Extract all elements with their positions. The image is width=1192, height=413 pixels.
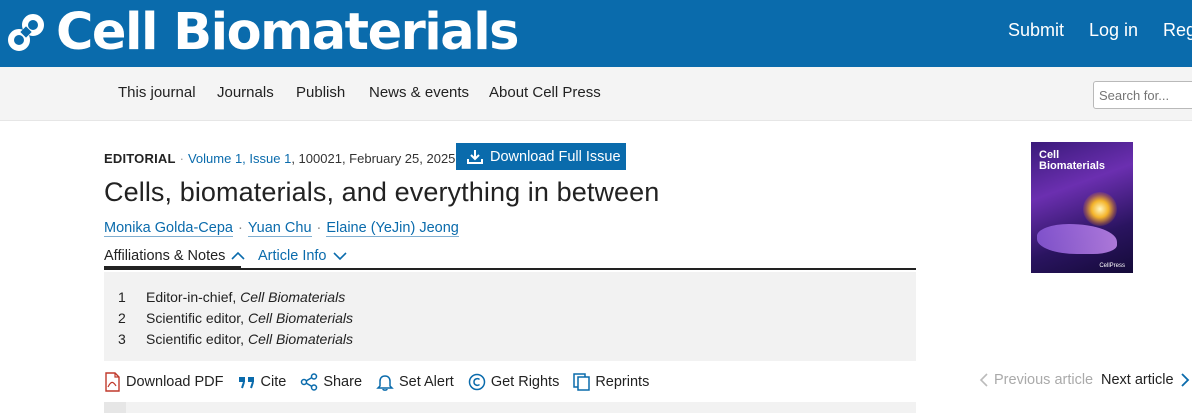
tab-article-info[interactable]: Article Info xyxy=(258,248,349,264)
chevron-up-icon xyxy=(231,251,246,260)
affiliations-panel: 1 Editor-in-chief, Cell Biomaterials 2 Sci… xyxy=(104,272,916,361)
nav-about-cell-press[interactable]: About Cell Press xyxy=(489,84,601,101)
site-header: Cell Biomaterials Submit Log in Regi xyxy=(0,0,1192,67)
nav-news-events[interactable]: News & events xyxy=(369,84,469,101)
cover-title: Cell Biomaterials xyxy=(1039,150,1105,172)
chevron-right-icon xyxy=(1180,373,1189,387)
reprints-button[interactable]: Reprints xyxy=(573,373,649,391)
download-pdf-label: Download PDF xyxy=(126,374,224,390)
affiliation-item: 1 Editor-in-chief, Cell Biomaterials xyxy=(118,289,345,305)
cover-hand-illustration xyxy=(1037,224,1117,254)
chevron-down-icon xyxy=(332,252,347,261)
set-alert-button[interactable]: Set Alert xyxy=(376,373,454,391)
share-icon xyxy=(301,373,318,391)
download-full-issue-button[interactable]: Download Full Issue xyxy=(456,143,626,170)
login-link[interactable]: Log in xyxy=(1089,20,1138,41)
get-rights-label: Get Rights xyxy=(490,374,560,390)
active-tab-indicator xyxy=(104,266,241,269)
article-title: Cells, biomaterials, and everything in b… xyxy=(104,177,660,207)
cover-publisher: CellPress xyxy=(1099,263,1125,269)
affiliation-number: 1 xyxy=(118,289,126,305)
author-link[interactable]: Elaine (YeJin) Jeong xyxy=(326,220,459,237)
affiliation-journal: Cell Biomaterials xyxy=(247,331,353,347)
affiliation-journal: Cell Biomaterials xyxy=(240,289,346,305)
next-article-label: Next article xyxy=(1101,372,1174,388)
article-toolbar: Download PDF Cite Share Set Alert Get Ri… xyxy=(104,370,663,394)
author-list: Monika Golda-Cepa · Yuan Chu · Elaine (YeJin… xyxy=(104,220,459,237)
content-panel-edge xyxy=(104,402,916,413)
reprints-icon xyxy=(573,373,591,391)
pdf-icon xyxy=(105,372,120,392)
nav-publish[interactable]: Publish xyxy=(296,84,345,101)
submit-link[interactable]: Submit xyxy=(1008,20,1064,41)
bell-icon xyxy=(376,375,394,391)
journal-cover-image[interactable]: Cell Biomaterials CellPress xyxy=(1031,142,1133,273)
search-input[interactable] xyxy=(1093,81,1192,109)
volume-issue-link[interactable]: Volume 1, Issue 1 xyxy=(188,151,291,166)
article-meta: EDITORIAL · Volume 1, Issue 1, 100021, Feb… xyxy=(104,151,455,166)
download-icon xyxy=(467,149,483,164)
tab-affiliations-label: Affiliations & Notes xyxy=(104,248,226,264)
download-pdf-button[interactable]: Download PDF xyxy=(104,372,224,392)
previous-article-label: Previous article xyxy=(994,372,1094,388)
share-button[interactable]: Share xyxy=(300,373,362,391)
article-number: 100021 xyxy=(298,151,342,166)
quote-icon xyxy=(238,377,254,389)
reprints-label: Reprints xyxy=(595,374,650,390)
affiliation-number: 2 xyxy=(118,310,126,326)
get-rights-button[interactable]: Get Rights xyxy=(468,373,560,391)
nav-this-journal[interactable]: This journal xyxy=(118,84,196,101)
affiliation-role: Scientific editor, xyxy=(146,331,245,347)
article-type: EDITORIAL xyxy=(104,151,176,166)
cell-press-logo-icon xyxy=(6,13,46,53)
cite-label: Cite xyxy=(260,374,287,390)
affiliation-item: 3 Scientific editor, Cell Biomaterials xyxy=(118,331,353,347)
main-nav: This journal Journals Publish News & eve… xyxy=(0,67,1192,121)
affiliation-number: 3 xyxy=(118,331,126,347)
previous-article-link[interactable]: Previous article xyxy=(978,372,1093,388)
author-link[interactable]: Yuan Chu xyxy=(247,220,312,237)
register-link[interactable]: Regi xyxy=(1163,20,1192,41)
author-separator: · xyxy=(316,220,322,236)
meta-comma: , xyxy=(291,151,299,166)
affiliation-role: Editor-in-chief, xyxy=(146,289,237,305)
author-separator: · xyxy=(237,220,243,236)
next-article-link[interactable]: Next article xyxy=(1101,372,1192,388)
set-alert-label: Set Alert xyxy=(399,374,454,390)
affiliation-role: Scientific editor, xyxy=(146,310,245,326)
share-label: Share xyxy=(323,374,363,390)
journal-name: Cell Biomaterials xyxy=(56,3,520,62)
article-tabs: Affiliations & Notes Article Info xyxy=(104,246,916,270)
author-link[interactable]: Monika Golda-Cepa xyxy=(104,220,233,237)
journal-logo[interactable]: Cell Biomaterials xyxy=(6,3,520,63)
chevron-left-icon xyxy=(979,373,988,387)
content-panel-edge-inner xyxy=(104,402,126,413)
copyright-icon xyxy=(468,373,486,391)
nav-journals[interactable]: Journals xyxy=(217,84,274,101)
download-full-issue-label: Download Full Issue xyxy=(490,148,621,165)
meta-separator: · xyxy=(179,151,184,166)
cite-button[interactable]: Cite xyxy=(238,374,287,390)
cover-title-line-2: Biomaterials xyxy=(1039,160,1106,172)
publication-date: February 25, 2025 xyxy=(349,151,456,166)
affiliation-item: 2 Scientific editor, Cell Biomaterials xyxy=(118,310,353,326)
affiliation-journal: Cell Biomaterials xyxy=(247,310,353,326)
tab-article-info-label: Article Info xyxy=(258,248,327,264)
cover-glow-illustration xyxy=(1083,192,1117,226)
tab-affiliations-notes[interactable]: Affiliations & Notes xyxy=(104,248,247,264)
